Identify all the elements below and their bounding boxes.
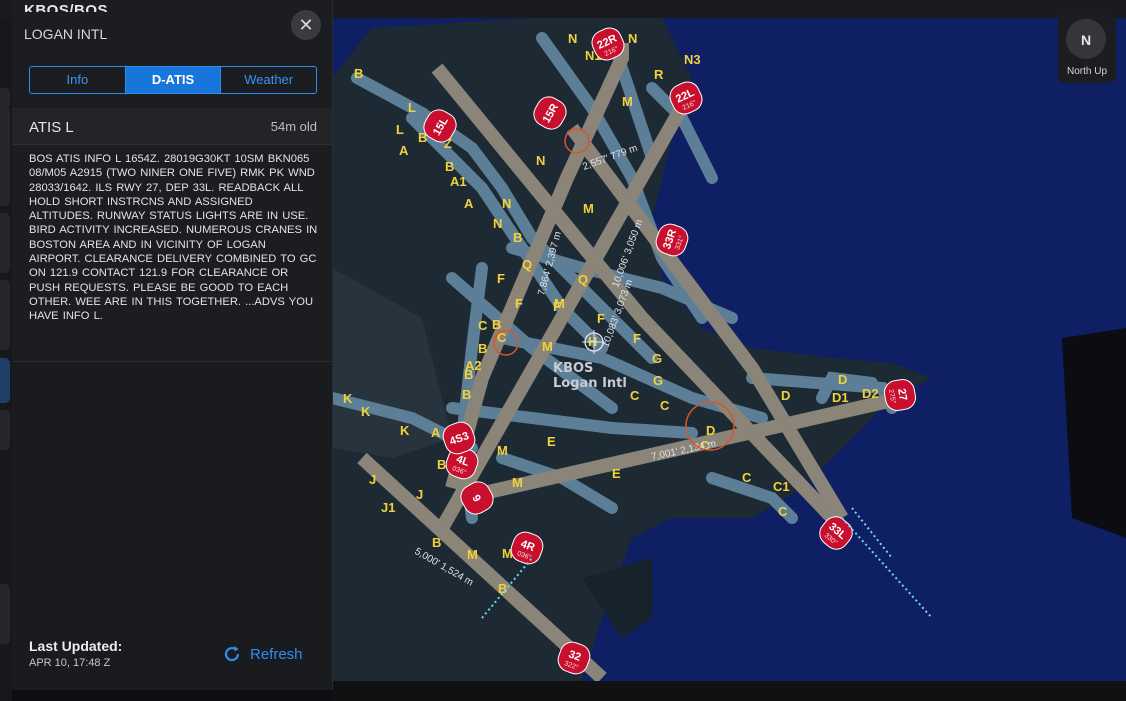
taxiway-label: B [432, 535, 441, 550]
taxiway-label: A2 [465, 358, 482, 373]
taxiway-label: M [542, 339, 553, 354]
compass-control[interactable]: N North Up [1058, 15, 1116, 83]
airport-info-panel: KBOS/BOS LOGAN INTL ✕ Info D-ATIS Weathe… [12, 0, 333, 690]
taxiway-label: Q [578, 272, 588, 287]
close-button[interactable]: ✕ [291, 10, 321, 40]
tab-weather[interactable]: Weather [221, 67, 316, 93]
taxiway-label: D [781, 388, 790, 403]
compass-icon[interactable]: N [1066, 19, 1106, 59]
taxiway-label: N3 [684, 52, 701, 67]
edge-tab[interactable] [0, 280, 10, 350]
last-updated-time: APR 10, 17:48 Z [29, 657, 111, 669]
airport-code: KBOS/BOS [24, 2, 109, 12]
taxiway-label: N [493, 216, 502, 231]
last-updated-label: Last Updated: [29, 638, 123, 654]
tab-info[interactable]: Info [30, 67, 126, 93]
taxiway-label: C [478, 318, 488, 333]
taxiway-label: B [478, 341, 487, 356]
taxiway-label: N [536, 153, 545, 168]
map-airport-name: Logan Intl [553, 376, 627, 391]
runway-label: 27 [895, 388, 909, 402]
taxiway-label: C [778, 504, 788, 519]
taxiway-label: C [660, 398, 670, 413]
taxiway-label: A [431, 425, 441, 440]
taxiway-label: N [568, 31, 577, 46]
approach-lights [841, 517, 933, 619]
tab-d-atis[interactable]: D-ATIS [125, 67, 222, 93]
taxiway-label: B [462, 387, 471, 402]
taxiway-label: M [554, 296, 565, 311]
refresh-button[interactable]: Refresh [222, 644, 303, 664]
taxiway-label: L [396, 122, 404, 137]
edge-tab[interactable] [0, 88, 10, 108]
taxiway-label: M [583, 201, 594, 216]
taxiway-label: J1 [381, 500, 395, 515]
taxiway-label: D1 [832, 390, 849, 405]
atis-age: 54m old [270, 119, 317, 134]
close-icon: ✕ [298, 15, 314, 35]
taxiway-label: B [437, 457, 446, 472]
taxiway-label: D [838, 372, 847, 387]
refresh-label: Refresh [250, 645, 303, 663]
edge-tab[interactable] [0, 106, 10, 206]
taxiway-label: F [497, 271, 505, 286]
taxiway-label: R [654, 67, 664, 82]
approach-lights [851, 507, 893, 559]
taxiway-label: K [343, 391, 353, 406]
taxiway-label: B [354, 66, 363, 81]
taxiway-label: K [361, 404, 371, 419]
taxiway-label: F [633, 331, 641, 346]
shore-land [1062, 328, 1126, 538]
taxiway-label: C [742, 470, 752, 485]
map-bottom-strip [332, 681, 1126, 701]
airport-name: LOGAN INTL [24, 26, 108, 42]
edge-tab[interactable] [0, 410, 10, 450]
taxiway-label: C1 [773, 479, 790, 494]
taxiway-label: Q [522, 257, 532, 272]
airport-diagram[interactable]: BLLBA ZBA1A NNBNMMNN1 N3RNFQFBFMQCBCMFBA2BH… [332, 18, 1126, 681]
taxiway-label: G [653, 373, 663, 388]
taxiway-label: D2 [862, 386, 879, 401]
taxiway-label: E [612, 466, 621, 481]
map-airport-code: KBOS [553, 361, 593, 376]
atis-body-text: BOS ATIS INFO L 1654Z. 28019G30KT 10SM B… [29, 153, 318, 323]
taxiway-label: F [515, 296, 523, 311]
airport-map[interactable]: B L L B A Z B A1 A N N B N M M N N1 N3 R N F Q F B F M Q C B C M F B A2 B H… [332, 18, 1126, 681]
edge-tab-active[interactable] [0, 358, 10, 403]
edge-tab[interactable] [0, 584, 10, 644]
taxiway-label: M [467, 547, 478, 562]
refresh-icon [224, 646, 240, 662]
taxiway-label: B [445, 159, 454, 174]
taxiway-label: E [547, 434, 556, 449]
taxiway-label: M [622, 94, 633, 109]
compass-label: North Up [1066, 66, 1107, 77]
taxiway-label: B [513, 230, 522, 245]
taxiway-label: C [630, 388, 640, 403]
runway-badge[interactable]: 33L330° [815, 512, 857, 554]
taxiway-label: N [502, 196, 511, 211]
left-edge-rail [0, 18, 12, 701]
taxiway-label: D [706, 423, 715, 438]
taxiway-label: J [369, 472, 376, 487]
divider [12, 144, 332, 145]
taxiway-label: J [416, 487, 423, 502]
taxiway-label: L [408, 100, 416, 115]
taxiway-label: F [597, 311, 605, 326]
taxiway-label: G [652, 351, 662, 366]
taxiway-label: M [512, 475, 523, 490]
atis-title: ATIS L [29, 119, 74, 136]
taxiway-label: A [464, 196, 474, 211]
taxiway-label: A [399, 143, 409, 158]
taxiway-label: K [400, 423, 410, 438]
taxiway-label: N [628, 31, 637, 46]
edge-tab[interactable] [0, 213, 10, 273]
taxiway-label: M [497, 443, 508, 458]
panel-tabs: Info D-ATIS Weather [29, 66, 317, 94]
taxiway-label: A1 [450, 174, 467, 189]
